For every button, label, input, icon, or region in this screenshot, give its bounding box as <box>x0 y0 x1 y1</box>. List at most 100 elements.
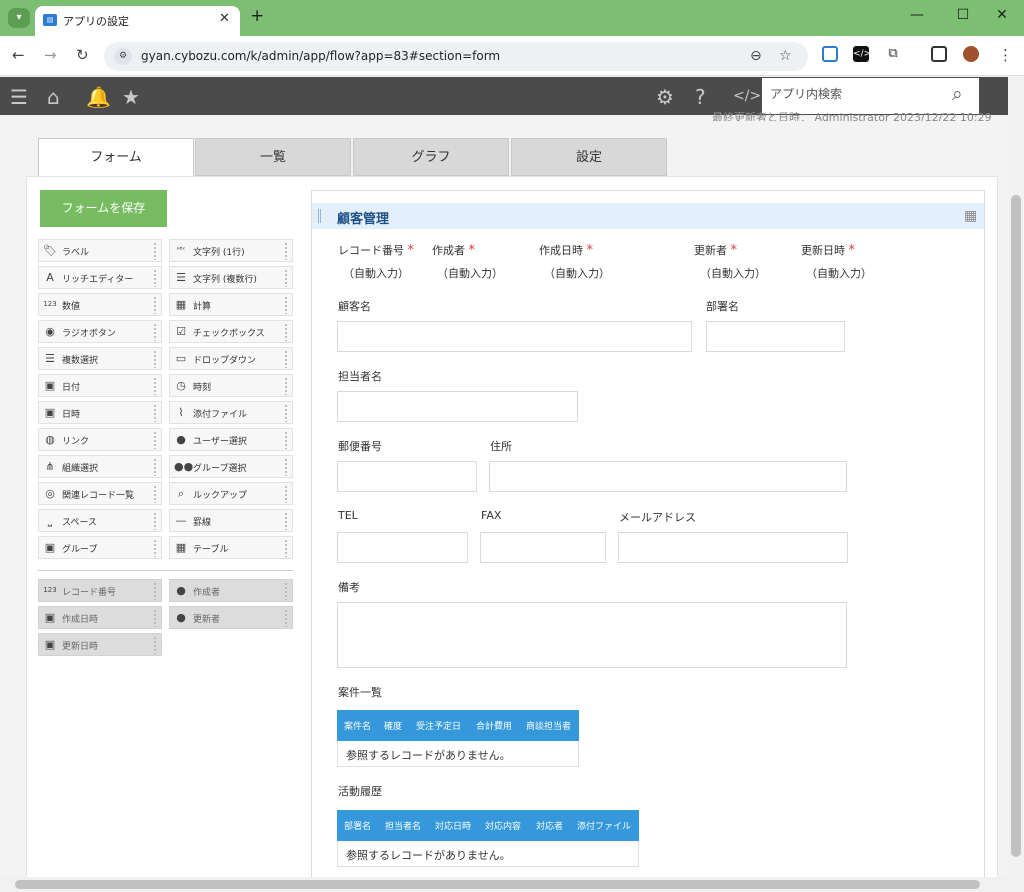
palette-item-label: 日時 <box>62 410 81 420</box>
palette-item[interactable]: ◍ リンク <box>38 428 162 451</box>
required-mark: * <box>468 243 476 258</box>
back-icon[interactable]: ← <box>12 46 25 64</box>
number-icon: 123 <box>43 300 57 308</box>
window-close-icon[interactable]: ✕ <box>992 7 1012 23</box>
palette-item[interactable]: ⌕ ルックアップ <box>169 482 293 505</box>
palette-item-label: リンク <box>62 437 90 447</box>
palette-item[interactable]: ● ユーザー選択 <box>169 428 293 451</box>
drag-grip-icon <box>284 269 289 287</box>
palette-item[interactable]: ▭ ドロップダウン <box>169 347 293 370</box>
tel-field[interactable] <box>337 532 468 563</box>
palette-item[interactable]: ◉ ラジオボタン <box>38 320 162 343</box>
fax-field[interactable] <box>480 532 606 563</box>
system-field-item[interactable]: ● 作成者 <box>169 579 293 602</box>
menu-icon[interactable]: ☰ <box>10 85 28 109</box>
tab-search-button[interactable]: ▾ <box>8 8 30 28</box>
group-field-header[interactable]: 顧客管理 ▦ <box>312 203 984 229</box>
drag-grip-icon <box>284 377 289 395</box>
notification-bell-icon[interactable]: 🔔 <box>86 85 111 109</box>
profile-avatar[interactable] <box>963 46 979 62</box>
palette-item-label: 罫線 <box>193 518 212 528</box>
settings-gear-icon[interactable]: ⚙ <box>656 85 674 109</box>
extensions-puzzle-icon[interactable]: ⧉ <box>885 46 901 62</box>
save-form-button[interactable]: フォームを保存 <box>40 190 167 227</box>
url-text[interactable]: gyan.cybozu.com/k/admin/app/flow?app=83#… <box>141 49 500 63</box>
email-field[interactable] <box>618 532 848 563</box>
palette-item[interactable]: ▣ 日時 <box>38 401 162 424</box>
browser-tab[interactable]: ▤ アプリの設定 ✕ <box>35 6 240 36</box>
customer-name-field[interactable] <box>337 321 692 352</box>
palette-item[interactable]: ◎ 関連レコード一覧 <box>38 482 162 505</box>
horizontal-scrollbar[interactable] <box>0 877 1024 892</box>
zoom-icon[interactable]: ⊖ <box>750 48 762 64</box>
forward-icon[interactable]: → <box>44 46 57 64</box>
palette-item[interactable]: ⌇ 添付ファイル <box>169 401 293 424</box>
palette-item[interactable]: 🏷 ラベル <box>38 239 162 262</box>
palette-item[interactable]: ☑ チェックボックス <box>169 320 293 343</box>
vertical-scrollbar[interactable] <box>1008 77 1024 877</box>
drag-grip-icon <box>284 512 289 530</box>
home-icon[interactable]: ⌂ <box>47 85 60 109</box>
maximize-icon[interactable]: ☐ <box>953 7 973 23</box>
org-icon: ⋔ <box>45 460 55 473</box>
palette-item[interactable]: ◷ 時刻 <box>169 374 293 397</box>
grid-icon[interactable]: ▦ <box>964 208 977 224</box>
browser-menu-icon[interactable]: ⋮ <box>998 46 1013 64</box>
bookmark-star-icon[interactable]: ☆ <box>779 48 792 64</box>
drag-handle-icon[interactable] <box>318 209 321 223</box>
address-bar[interactable]: ⚙ gyan.cybozu.com/k/admin/app/flow?app=8… <box>104 42 808 71</box>
palette-item[interactable]: A リッチエディター <box>38 266 162 289</box>
app-search-input[interactable] <box>770 87 930 101</box>
palette-item[interactable]: ▣ 日付 <box>38 374 162 397</box>
palette-item[interactable]: ●● グループ選択 <box>169 455 293 478</box>
code-icon[interactable]: </> <box>733 88 761 104</box>
favorites-star-icon[interactable]: ★ <box>122 85 140 109</box>
reload-icon[interactable]: ↻ <box>76 46 89 64</box>
palette-item[interactable]: ⋔ 組織選択 <box>38 455 162 478</box>
side-panel-icon[interactable] <box>931 46 947 62</box>
tab-graph[interactable]: グラフ <box>353 138 509 176</box>
palette-item[interactable]: ▣ グループ <box>38 536 162 559</box>
palette-item[interactable]: ▦ テーブル <box>169 536 293 559</box>
activity-table-header[interactable]: 部署名 担当者名 対応日時 対応内容 対応者 添付ファイル <box>337 810 639 841</box>
palette-item[interactable]: 123 数値 <box>38 293 162 316</box>
extension-icon[interactable] <box>822 46 838 62</box>
tab-settings[interactable]: 設定 <box>511 138 667 176</box>
site-info-icon[interactable]: ⚙ <box>114 48 132 65</box>
help-icon[interactable]: ? <box>695 85 706 109</box>
address-field[interactable] <box>489 461 847 492</box>
close-tab-icon[interactable]: ✕ <box>219 11 230 26</box>
system-field-item[interactable]: 123 レコード番号 <box>38 579 162 602</box>
new-tab-button[interactable]: + <box>250 6 264 26</box>
drag-grip-icon <box>153 582 158 600</box>
browser-toolbar: ← → ↻ ⚙ gyan.cybozu.com/k/admin/app/flow… <box>0 36 1024 76</box>
user-icon: ● <box>176 433 186 446</box>
column-header: 案件名 <box>344 722 372 732</box>
palette-item[interactable]: — 罫線 <box>169 509 293 532</box>
search-icon[interactable]: ⌕ <box>952 83 963 105</box>
deals-table-header[interactable]: 案件名 確度 受注予定日 合計費用 商談担当者 <box>337 710 579 741</box>
system-field-item[interactable]: ▣ 更新日時 <box>38 633 162 656</box>
system-field-item[interactable]: ● 更新者 <box>169 606 293 629</box>
auto-field-name: 更新者 <box>694 244 727 257</box>
notes-field[interactable] <box>337 602 847 668</box>
palette-item-label: ユーザー選択 <box>193 437 247 447</box>
vertical-scroll-thumb[interactable] <box>1011 195 1021 857</box>
tab-list[interactable]: 一覧 <box>195 138 351 176</box>
palette-item[interactable]: ☰ 文字列 (複数行) <box>169 266 293 289</box>
tab-form[interactable]: フォーム <box>38 138 194 177</box>
devtools-extension-icon[interactable]: </> <box>853 46 871 62</box>
horizontal-scroll-thumb[interactable] <box>15 880 980 889</box>
department-field[interactable] <box>706 321 845 352</box>
palette-item-label: 計算 <box>193 302 212 312</box>
palette-item[interactable]: ⎵ スペース <box>38 509 162 532</box>
palette-item-label: 時刻 <box>193 383 212 393</box>
palette-item[interactable]: ᴬᴮᶜ 文字列 (1行) <box>169 239 293 262</box>
postal-code-label: 郵便番号 <box>338 440 382 453</box>
minimize-icon[interactable]: — <box>907 7 927 23</box>
palette-item[interactable]: ▦ 計算 <box>169 293 293 316</box>
palette-item[interactable]: ☰ 複数選択 <box>38 347 162 370</box>
contact-person-field[interactable] <box>337 391 578 422</box>
postal-code-field[interactable] <box>337 461 477 492</box>
system-field-item[interactable]: ▣ 作成日時 <box>38 606 162 629</box>
